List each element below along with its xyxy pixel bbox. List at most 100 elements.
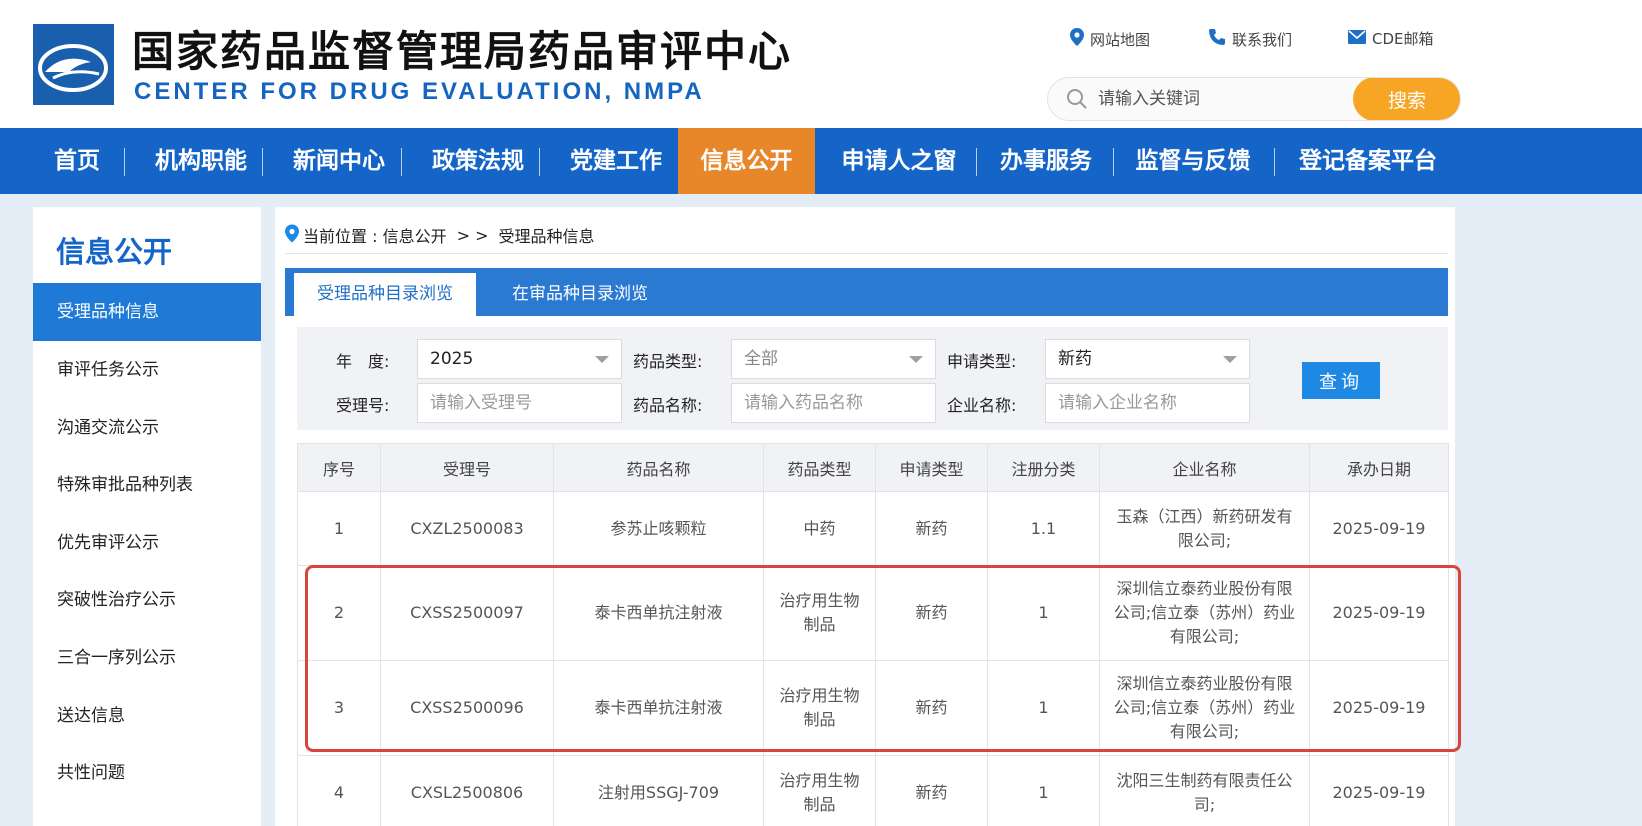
company-name-label: 企业名称: (947, 396, 1017, 415)
cell-date: 2025-09-19 (1309, 660, 1449, 756)
sidebar-item-review-tasks[interactable]: 审评任务公示 (33, 341, 261, 399)
cell-company: 深圳信立泰药业股份有限公司;信立泰（苏州）药业有限公司; (1099, 660, 1310, 756)
sidebar-item-common-issues[interactable]: 共性问题 (33, 744, 261, 802)
breadcrumb-separator: > > (456, 225, 489, 245)
cell-drug-type: 治疗用生物制品 (763, 755, 876, 826)
cell-index: 2 (297, 565, 381, 661)
sidebar: 信息公开 受理品种信息 审评任务公示 沟通交流公示 特殊审批品种列表 优先审评公… (33, 207, 261, 826)
search-box: 搜索 (1047, 77, 1461, 121)
nav-item-home[interactable]: 首页 (44, 128, 110, 194)
table-row[interactable]: 2 CXSS2500097 泰卡西单抗注射液 治疗用生物制品 新药 1 深圳信立… (297, 565, 1449, 661)
year-select[interactable]: 2025 (417, 339, 622, 379)
cell-acceptance-number: CXZL2500083 (380, 491, 554, 566)
col-header-index: 序号 (297, 443, 381, 492)
nav-item-feedback[interactable]: 监督与反馈 (1124, 128, 1262, 194)
cell-drug-type: 治疗用生物制品 (763, 660, 876, 756)
sidebar-item-priority-review[interactable]: 优先审评公示 (33, 514, 261, 572)
cell-date: 2025-09-19 (1309, 565, 1449, 661)
tab-bar: 受理品种目录浏览 在审品种目录浏览 (285, 268, 1448, 316)
site-header: 国家药品监督管理局药品审评中心 CENTER FOR DRUG EVALUATI… (0, 0, 1642, 128)
cell-drug-name: 参苏止咳颗粒 (553, 491, 764, 566)
col-header-drug-name: 药品名称 (553, 443, 764, 492)
search-button[interactable]: 搜索 (1353, 78, 1460, 120)
col-header-application-type: 申请类型 (875, 443, 988, 492)
acceptance-number-label: 受理号: (336, 396, 390, 415)
drug-type-select[interactable]: 全部 (731, 339, 936, 379)
cell-registration-class: 1 (987, 660, 1100, 756)
contact-label: 联系我们 (1232, 30, 1293, 49)
tab-under-review-catalog[interactable]: 在审品种目录浏览 (485, 273, 675, 316)
cell-date: 2025-09-19 (1309, 755, 1449, 826)
table-row[interactable]: 4 CXSL2500806 注射用SSGJ-709 治疗用生物制品 新药 1 沈… (297, 755, 1449, 826)
drug-name-field[interactable]: 请输入药品名称 (731, 383, 936, 423)
location-pin-icon (285, 224, 299, 247)
results-table: 序号 受理号 药品名称 药品类型 申请类型 注册分类 企业名称 承办日期 1 C… (297, 443, 1449, 826)
cell-company: 玉森（江西）新药研发有限公司; (1099, 491, 1310, 566)
year-label: 年 度: (336, 352, 390, 371)
breadcrumb: 当前位置 : 信息公开 > > 受理品种信息 (285, 223, 595, 247)
table-row[interactable]: 3 CXSS2500096 泰卡西单抗注射液 治疗用生物制品 新药 1 深圳信立… (297, 660, 1449, 756)
cell-application-type: 新药 (875, 660, 988, 756)
col-header-registration-class: 注册分类 (987, 443, 1100, 492)
main-content: 当前位置 : 信息公开 > > 受理品种信息 受理品种目录浏览 在审品种目录浏览… (275, 207, 1455, 826)
nav-divider (124, 148, 125, 176)
sidebar-item-special-approval[interactable]: 特殊审批品种列表 (33, 456, 261, 514)
cde-mail-label: CDE邮箱 (1372, 30, 1434, 48)
sidebar-item-accepted-varieties[interactable]: 受理品种信息 (33, 283, 261, 341)
search-icon (1066, 88, 1088, 114)
sidebar-title: 信息公开 (56, 235, 173, 269)
filter-panel: 年 度: 2025 药品类型: 全部 申请类型: 新药 受理号: 请输入受理号 … (297, 327, 1448, 430)
nav-item-news[interactable]: 新闻中心 (274, 128, 404, 194)
sidebar-item-communication[interactable]: 沟通交流公示 (33, 399, 261, 457)
sidebar-item-breakthrough[interactable]: 突破性治疗公示 (33, 571, 261, 629)
cde-mail-link[interactable]: CDE邮箱 (1348, 28, 1434, 49)
nav-divider (401, 148, 402, 176)
sitemap-label: 网站地图 (1090, 30, 1151, 49)
col-header-date: 承办日期 (1309, 443, 1449, 492)
breadcrumb-divider (285, 253, 1448, 254)
breadcrumb-current: 受理品种信息 (498, 227, 595, 246)
drug-type-label: 药品类型: (633, 352, 703, 371)
nav-item-registration[interactable]: 登记备案平台 (1288, 128, 1448, 194)
nav-item-services[interactable]: 办事服务 (987, 128, 1105, 194)
application-type-select[interactable]: 新药 (1045, 339, 1250, 379)
application-type-value: 新药 (1058, 349, 1092, 369)
acceptance-number-field[interactable]: 请输入受理号 (417, 383, 622, 423)
cell-company: 深圳信立泰药业股份有限公司;信立泰（苏州）药业有限公司; (1099, 565, 1310, 661)
table-row[interactable]: 1 CXZL2500083 参苏止咳颗粒 中药 新药 1.1 玉森（江西）新药研… (297, 491, 1449, 566)
tab-accepted-catalog[interactable]: 受理品种目录浏览 (294, 273, 476, 316)
company-name-field[interactable]: 请输入企业名称 (1045, 383, 1250, 423)
cell-drug-name: 注射用SSGJ-709 (553, 755, 764, 826)
nav-divider (539, 148, 540, 176)
nav-item-party[interactable]: 党建工作 (551, 128, 681, 194)
nav-divider (262, 148, 263, 176)
chevron-down-icon (1223, 356, 1237, 363)
cell-index: 1 (297, 491, 381, 566)
drug-name-label: 药品名称: (633, 396, 703, 415)
mail-icon (1348, 29, 1366, 48)
breadcrumb-prefix[interactable]: 当前位置 : 信息公开 (303, 223, 447, 247)
site-title-en: CENTER FOR DRUG EVALUATION, NMPA (134, 78, 705, 105)
phone-icon (1208, 28, 1226, 50)
sidebar-item-delivery[interactable]: 送达信息 (33, 687, 261, 745)
nav-item-info-disclosure[interactable]: 信息公开 (678, 128, 815, 194)
cell-application-type: 新药 (875, 755, 988, 826)
site-title-cn: 国家药品监督管理局药品审评中心 (132, 27, 793, 76)
cde-logo[interactable] (33, 24, 114, 105)
cell-registration-class: 1 (987, 755, 1100, 826)
sidebar-item-three-in-one[interactable]: 三合一序列公示 (33, 629, 261, 687)
nav-divider (976, 148, 977, 176)
query-button[interactable]: 查询 (1302, 362, 1380, 399)
cell-drug-type: 治疗用生物制品 (763, 565, 876, 661)
nav-item-functions[interactable]: 机构职能 (136, 128, 266, 194)
sitemap-link[interactable]: 网站地图 (1070, 28, 1150, 50)
application-type-label: 申请类型: (947, 352, 1017, 371)
nav-item-policy[interactable]: 政策法规 (413, 128, 543, 194)
cell-acceptance-number: CXSS2500097 (380, 565, 554, 661)
nav-item-applicant[interactable]: 申请人之窗 (826, 128, 972, 194)
col-header-acceptance-number: 受理号 (380, 443, 554, 492)
contact-link[interactable]: 联系我们 (1208, 28, 1292, 50)
cell-drug-name: 泰卡西单抗注射液 (553, 565, 764, 661)
nav-divider (1113, 148, 1114, 176)
cell-company: 沈阳三生制药有限责任公司; (1099, 755, 1310, 826)
